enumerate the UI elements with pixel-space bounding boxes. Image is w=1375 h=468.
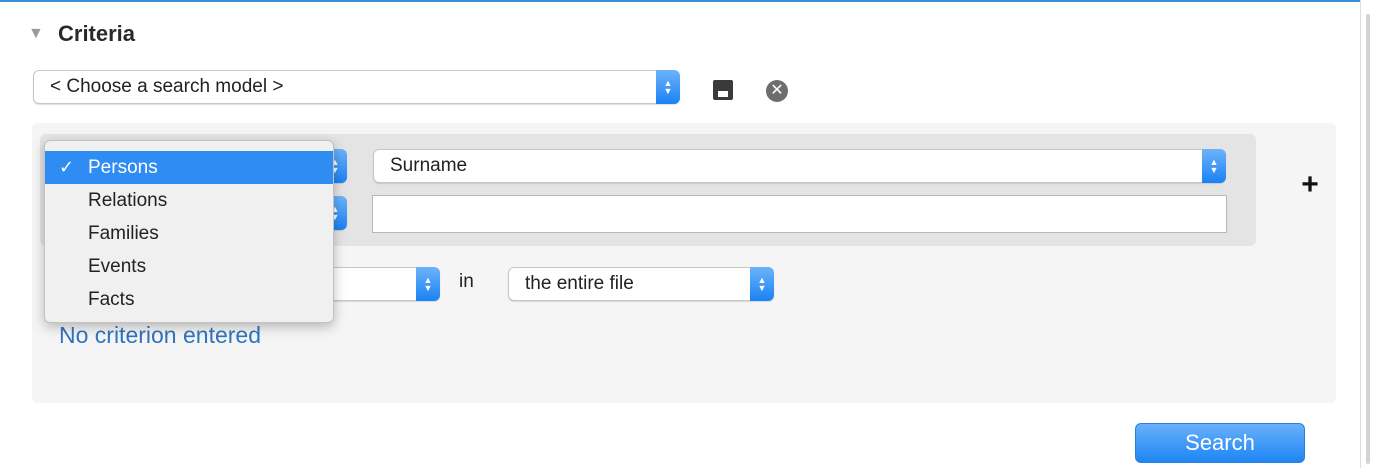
scope-select[interactable]: the entire file ▲ ▼ <box>508 267 774 301</box>
add-criterion-icon[interactable]: + <box>1298 170 1322 200</box>
menu-item-families[interactable]: Families <box>45 217 333 250</box>
menu-item-label: Facts <box>88 288 135 310</box>
checkmark-icon: ✓ <box>59 157 75 177</box>
close-icon[interactable]: ✕ <box>766 80 788 102</box>
menu-item-label: Persons <box>88 156 158 178</box>
menu-item-label: Relations <box>88 189 168 211</box>
menu-item-relations[interactable]: Relations <box>45 184 333 217</box>
in-label: in <box>459 271 474 292</box>
status-message: No criterion entered <box>59 322 261 348</box>
disclosure-triangle-icon[interactable]: ▼ <box>28 25 58 43</box>
select-stepper-icon: ▲ ▼ <box>750 267 774 301</box>
criteria-header[interactable]: ▼ Criteria <box>28 18 135 50</box>
section-title: Criteria <box>58 21 136 46</box>
search-model-select[interactable]: < Choose a search model > ▲ ▼ <box>33 70 680 104</box>
window-top-border <box>0 0 1360 2</box>
scope-select-value: the entire file <box>525 273 634 294</box>
select-stepper-icon: ▲ ▼ <box>416 267 440 301</box>
menu-item-events[interactable]: Events <box>45 250 333 283</box>
search-model-value: < Choose a search model > <box>50 76 284 97</box>
scrollbar-thumb[interactable] <box>1366 14 1370 464</box>
criterion-value-input[interactable] <box>372 195 1227 233</box>
menu-item-facts[interactable]: Facts <box>45 283 333 316</box>
select-stepper-icon: ▲ ▼ <box>656 70 680 104</box>
menu-item-label: Events <box>88 255 147 277</box>
field-select[interactable]: Surname ▲ ▼ <box>373 149 1226 183</box>
menu-item-persons[interactable]: ✓ Persons <box>45 151 333 184</box>
menu-item-label: Families <box>88 222 159 244</box>
save-icon[interactable] <box>713 80 733 100</box>
search-button[interactable]: Search <box>1135 423 1305 463</box>
record-type-dropdown-menu: ✓ Persons Relations Families Events Fact… <box>44 140 334 323</box>
field-select-value: Surname <box>390 155 468 176</box>
select-stepper-icon: ▲ ▼ <box>1202 149 1226 183</box>
